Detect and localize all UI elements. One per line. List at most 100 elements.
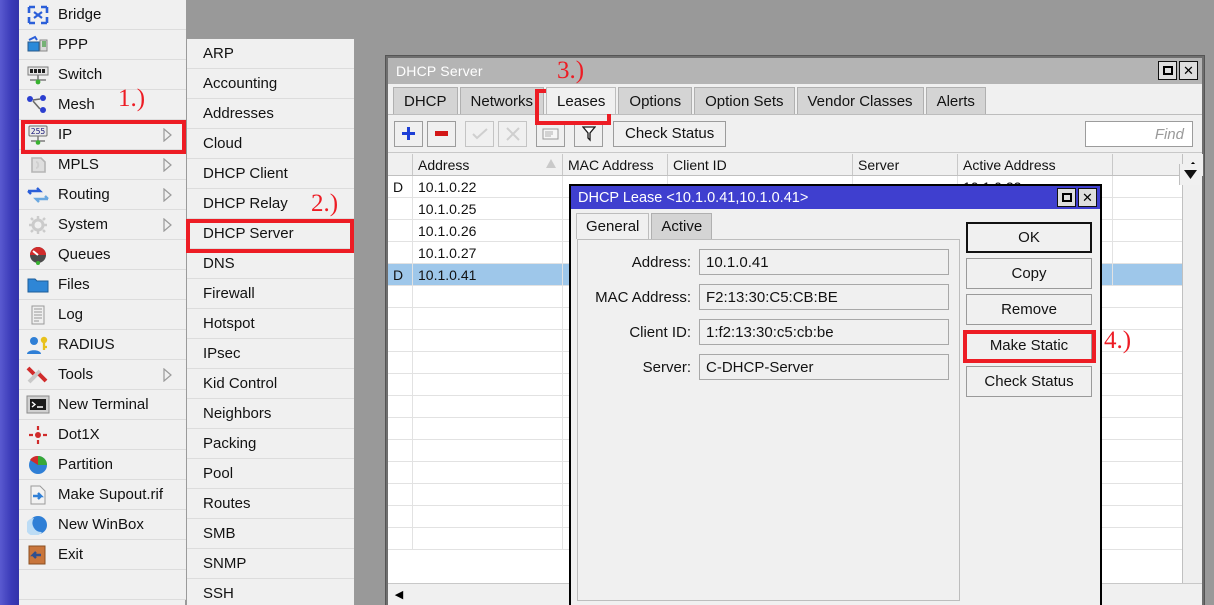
submenu-item-packing[interactable]: Packing: [187, 429, 354, 459]
tab-alerts[interactable]: Alerts: [925, 87, 986, 114]
winbox-icon: [25, 514, 51, 536]
lease-close-icon[interactable]: ✕: [1078, 188, 1097, 207]
submenu-item-dns[interactable]: DNS: [187, 249, 354, 279]
tab-leases[interactable]: Leases: [546, 87, 617, 114]
sidebar-item-system[interactable]: System: [19, 210, 186, 240]
sidebar-item-label: Dot1X: [58, 426, 100, 443]
sidebar-item-dot1x[interactable]: Dot1X: [19, 420, 186, 450]
sidebar-item-mpls[interactable]: MPLS: [19, 150, 186, 180]
ip-icon: 255: [25, 124, 51, 146]
minus-icon[interactable]: [427, 120, 456, 147]
submenu-item-firewall[interactable]: Firewall: [187, 279, 354, 309]
terminal-icon: [25, 394, 51, 416]
sidebar-item-ppp[interactable]: PPP: [19, 30, 186, 60]
routing-icon: [25, 184, 51, 206]
funnel-icon[interactable]: [574, 120, 603, 147]
sidebar-item-switch[interactable]: Switch: [19, 60, 186, 90]
submenu-item-ipsec[interactable]: IPsec: [187, 339, 354, 369]
column-header-active-address[interactable]: Active Address: [958, 154, 1113, 175]
table-cell-address: 10.1.0.22: [413, 176, 563, 197]
sidebar-item-tools[interactable]: Tools: [19, 360, 186, 390]
dhcp-server-titlebar[interactable]: DHCP Server ✕: [388, 58, 1202, 84]
submenu-item-neighbors[interactable]: Neighbors: [187, 399, 354, 429]
table-cell-empty: [413, 352, 563, 373]
column-header-flags[interactable]: [388, 154, 413, 175]
lease-maximize-icon[interactable]: [1057, 188, 1076, 207]
submenu-item-ssh[interactable]: SSH: [187, 579, 354, 605]
lease-tab-active[interactable]: Active: [651, 213, 713, 239]
sidebar-item-log[interactable]: Log: [19, 300, 186, 330]
ok-button[interactable]: OK: [966, 222, 1092, 253]
submenu-item-dhcp-server[interactable]: DHCP Server: [187, 219, 354, 249]
submenu-item-smb[interactable]: SMB: [187, 519, 354, 549]
sidebar-item-files[interactable]: Files: [19, 270, 186, 300]
sidebar-item-queues[interactable]: Queues: [19, 240, 186, 270]
sidebar-item-exit[interactable]: Exit: [19, 540, 186, 570]
field-input-client-id[interactable]: 1:f2:13:30:c5:cb:be: [699, 319, 949, 345]
sidebar-item-label: Partition: [58, 456, 114, 473]
submenu-item-cloud[interactable]: Cloud: [187, 129, 354, 159]
dhcp-lease-titlebar[interactable]: DHCP Lease <10.1.0.41,10.1.0.41> ✕: [571, 186, 1100, 209]
dhcp-lease-title: DHCP Lease <10.1.0.41,10.1.0.41>: [578, 189, 809, 206]
submenu-item-label: Hotspot: [203, 315, 255, 332]
scroll-left-icon[interactable]: ◀: [388, 584, 410, 605]
table-cell-empty: [388, 506, 413, 527]
sidebar-item-mesh[interactable]: Mesh: [19, 90, 186, 120]
sidebar-item-ip[interactable]: 255 IP: [19, 120, 186, 150]
sidebar-item-bridge[interactable]: Bridge: [19, 0, 186, 30]
submenu-item-addresses[interactable]: Addresses: [187, 99, 354, 129]
tab-dhcp[interactable]: DHCP: [393, 87, 458, 114]
check-status-button[interactable]: Check Status: [613, 120, 727, 147]
maximize-icon[interactable]: [1158, 61, 1177, 80]
column-header-mac-address[interactable]: MAC Address: [563, 154, 668, 175]
column-header-label: Client ID: [673, 156, 727, 173]
comment-icon[interactable]: [536, 120, 565, 147]
sidebar-item-partition[interactable]: Partition: [19, 450, 186, 480]
submenu-item-label: Kid Control: [203, 375, 278, 392]
submenu-item-dhcp-client[interactable]: DHCP Client: [187, 159, 354, 189]
submenu-item-kid-control[interactable]: Kid Control: [187, 369, 354, 399]
files-folder-icon: [25, 274, 51, 296]
make-static-button[interactable]: Make Static: [966, 330, 1092, 361]
submenu-item-routes[interactable]: Routes: [187, 489, 354, 519]
sidebar-item-label: Bridge: [58, 6, 102, 23]
table-cell-flag: D: [388, 264, 413, 285]
check-status-button[interactable]: Check Status: [966, 366, 1092, 397]
sort-ascending-icon: [546, 159, 556, 168]
tab-option-sets[interactable]: Option Sets: [694, 87, 795, 114]
table-cell-empty: [413, 396, 563, 417]
sidebar-item-new-terminal[interactable]: New Terminal: [19, 390, 186, 420]
submenu-item-accounting[interactable]: Accounting: [187, 69, 354, 99]
submenu-item-dhcp-relay[interactable]: DHCP Relay: [187, 189, 354, 219]
sidebar-item-new-winbox[interactable]: New WinBox: [19, 510, 186, 540]
submenu-item-snmp[interactable]: SNMP: [187, 549, 354, 579]
leases-vertical-scrollbar[interactable]: ◆: [1182, 154, 1203, 583]
tab-networks[interactable]: Networks: [459, 87, 545, 114]
field-input-server[interactable]: C-DHCP-Server: [699, 354, 949, 380]
tab-options[interactable]: Options: [618, 87, 693, 114]
table-cell-empty: [413, 374, 563, 395]
copy-button[interactable]: Copy: [966, 258, 1092, 289]
submenu-item-hotspot[interactable]: Hotspot: [187, 309, 354, 339]
column-header-client-id[interactable]: Client ID: [668, 154, 853, 175]
check-icon: [465, 120, 494, 147]
submenu-item-arp[interactable]: ARP: [187, 39, 354, 69]
column-chooser-icon[interactable]: [1179, 164, 1200, 185]
lease-tab-general[interactable]: General: [576, 213, 650, 239]
tab-vendor-classes[interactable]: Vendor Classes: [796, 87, 924, 114]
column-header-address[interactable]: Address: [413, 154, 563, 175]
lease-field-row: Client ID: 1:f2:13:30:c5:cb:be: [578, 319, 959, 345]
sidebar-item-make-supout-rif[interactable]: Make Supout.rif: [19, 480, 186, 510]
submenu-item-pool[interactable]: Pool: [187, 459, 354, 489]
close-icon[interactable]: ✕: [1179, 61, 1198, 80]
remove-button[interactable]: Remove: [966, 294, 1092, 325]
field-input-mac-address[interactable]: F2:13:30:C5:CB:BE: [699, 284, 949, 310]
column-header-server[interactable]: Server: [853, 154, 958, 175]
sidebar-item-routing[interactable]: Routing: [19, 180, 186, 210]
sidebar-item-radius[interactable]: RADIUS: [19, 330, 186, 360]
sidebar-item-label: IP: [58, 126, 73, 143]
field-input-address[interactable]: 10.1.0.41: [699, 249, 949, 275]
find-input[interactable]: Find: [1085, 121, 1193, 147]
table-cell-address: 10.1.0.41: [413, 264, 563, 285]
plus-icon[interactable]: [394, 120, 423, 147]
